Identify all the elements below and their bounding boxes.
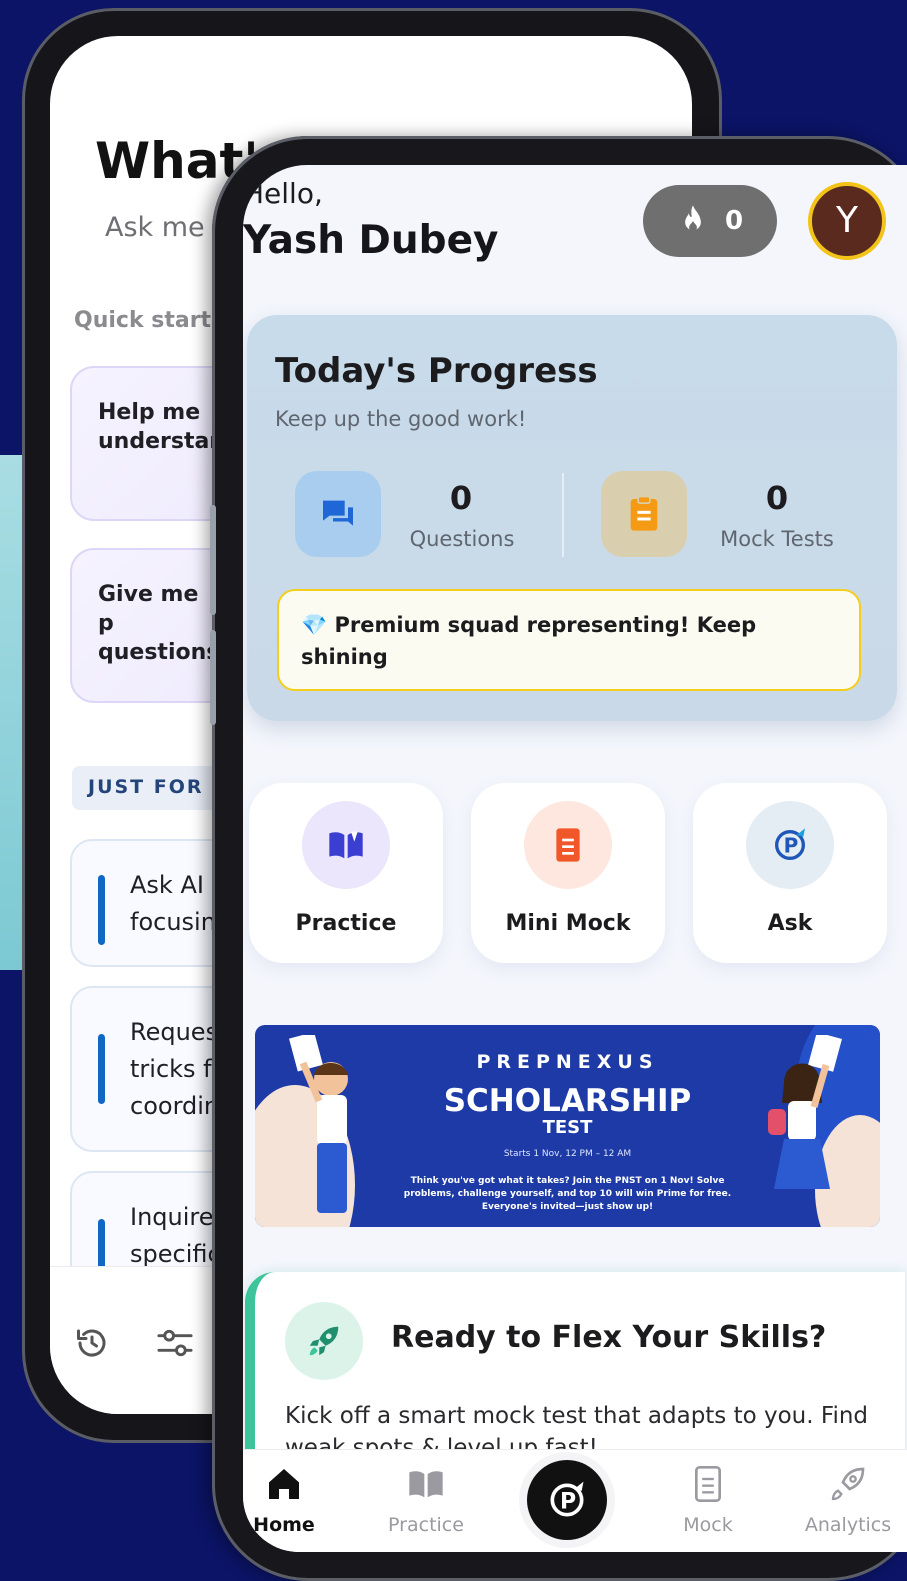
tab-mock-label: Mock [683,1514,733,1536]
progress-card: Today's Progress Keep up the good work! … [247,315,897,721]
ask-label: Ask [767,911,813,936]
practice-icon-circle [302,801,390,889]
banner-brand: PREPNEXUS [476,1051,659,1073]
tab-home[interactable]: Home [243,1464,339,1536]
progress-subtitle: Keep up the good work! [275,407,527,431]
tab-practice-label: Practice [388,1514,464,1536]
avatar[interactable]: Y [808,182,886,260]
bottom-tab-bar: Home Practice P Mock Analytics [243,1449,907,1552]
tab-analytics-label: Analytics [804,1514,892,1536]
banner-title: SCHOLARSHIP [443,1083,692,1119]
sliders-icon[interactable] [156,1325,194,1361]
book-icon [329,831,363,859]
mini-mock-label: Mini Mock [505,911,631,936]
suggestion-accent-bar [98,875,105,945]
home-icon [269,1469,299,1499]
premium-message: 💎 Premium squad representing! Keep shini… [277,589,861,691]
questions-stat-icon-box [295,471,381,557]
streak-count: 0 [725,206,744,236]
ask-action-button[interactable]: P Ask [693,783,887,963]
stat-divider [562,473,564,557]
progress-title: Today's Progress [275,351,598,391]
greeting-text: Hello, [243,177,323,210]
ask-ai-fab[interactable]: P [527,1460,607,1540]
tab-home-label: Home [253,1514,315,1536]
volume-button [210,630,216,725]
tab-mock[interactable]: Mock [653,1464,763,1536]
banner-date: Starts 1 Nov, 12 PM – 12 AM [503,1149,632,1159]
flame-icon [685,205,701,232]
questions-label: Questions [409,527,515,551]
banner-description: Think you've got what it takes? Join the… [403,1176,732,1212]
scholarship-banner[interactable]: PREPNEXUS SCHOLARSHIP TEST Starts 1 Nov,… [255,1025,880,1227]
ask-icon-circle: P [746,801,834,889]
mock-tests-stat-icon-box [601,471,687,557]
quick-start-card-text: Give me p questions [98,582,220,665]
suggestion-accent-bar [98,1034,105,1104]
book-icon [409,1471,443,1498]
document-icon [556,828,580,862]
mock-tests-label: Mock Tests [720,527,834,551]
rocket-icon [309,1326,339,1356]
user-name: Yash Dubey [243,218,499,263]
volume-button [210,505,216,615]
prepnexus-logo-icon: P [775,828,805,860]
history-icon[interactable] [74,1325,110,1361]
document-icon [695,1466,721,1502]
quick-start-card-text: Help me understan [98,400,225,454]
tab-analytics[interactable]: Analytics [793,1464,903,1536]
tab-practice[interactable]: Practice [371,1464,481,1536]
rocket-icon-circle [285,1302,363,1380]
practice-action-button[interactable]: Practice [249,783,443,963]
mini-mock-icon-circle [524,801,612,889]
questions-count: 0 [449,479,473,517]
rocket-icon [831,1467,865,1501]
chat-icon [323,500,353,526]
banner-subtitle: TEST [542,1117,593,1138]
svg-text:P: P [560,1489,576,1514]
practice-label: Practice [295,911,397,936]
mock-tests-count: 0 [765,479,789,517]
mini-mock-action-button[interactable]: Mini Mock [471,783,665,963]
flex-card-title: Ready to Flex Your Skills? [391,1320,827,1355]
streak-badge[interactable]: 0 [643,185,777,257]
svg-text:P: P [784,834,799,858]
quick-start-label: Quick starte [74,308,226,333]
front-phone-screen: Hello, Yash Dubey 0 Y Today's Progress K… [243,165,907,1552]
clipboard-icon [630,495,658,531]
prepnexus-logo-icon: P [550,1481,584,1517]
